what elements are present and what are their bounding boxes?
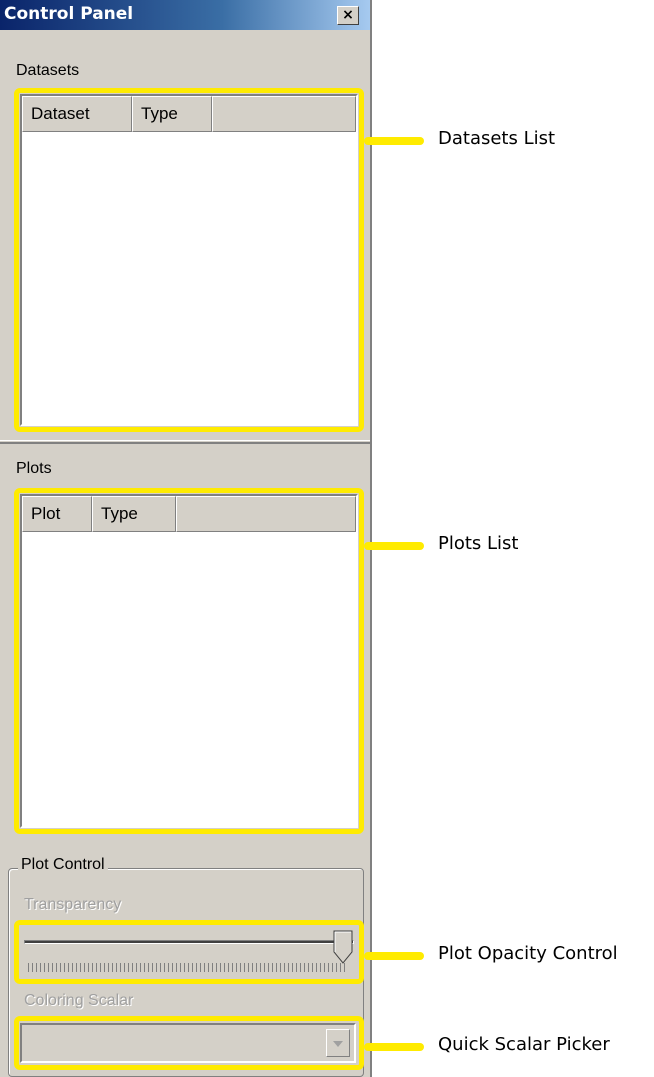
plots-column-type[interactable]: Type: [92, 496, 176, 532]
control-panel: Control Panel × Datasets Dataset Type Pl…: [0, 0, 372, 1077]
plots-list-header: Plot Type: [22, 496, 356, 532]
callout-datasets-list: Datasets List: [438, 128, 556, 149]
datasets-list[interactable]: Dataset Type: [20, 94, 358, 426]
plots-list[interactable]: Plot Type: [20, 494, 358, 828]
coloring-scalar-dropdown-button[interactable]: [326, 1029, 350, 1057]
chevron-down-icon: [333, 1041, 343, 1047]
plots-connector: [364, 542, 424, 550]
scalar-connector: [364, 1043, 424, 1051]
close-icon: ×: [342, 7, 354, 23]
transparency-label: Transparency: [24, 896, 122, 913]
datasets-column-empty[interactable]: [212, 96, 356, 132]
plots-label: Plots: [16, 460, 52, 477]
coloring-scalar-label: Coloring Scalar: [24, 992, 134, 1009]
coloring-scalar-select[interactable]: [20, 1023, 356, 1063]
slider-thumb-icon[interactable]: [333, 930, 353, 964]
datasets-list-header: Dataset Type: [22, 96, 356, 132]
close-button[interactable]: ×: [337, 6, 359, 25]
plot-control-label: Plot Control: [18, 856, 108, 874]
callout-plots-list: Plots List: [438, 533, 519, 554]
plots-column-plot[interactable]: Plot: [22, 496, 92, 532]
callout-scalar-picker: Quick Scalar Picker: [438, 1034, 610, 1055]
datasets-column-type[interactable]: Type: [132, 96, 212, 132]
callout-plot-opacity: Plot Opacity Control: [438, 943, 618, 964]
window-title: Control Panel: [4, 4, 134, 24]
datasets-label: Datasets: [16, 62, 80, 79]
slider-track[interactable]: [24, 940, 354, 944]
opacity-connector: [364, 952, 424, 960]
datasets-connector: [364, 137, 424, 145]
splitter[interactable]: [0, 440, 370, 444]
datasets-column-dataset[interactable]: Dataset: [22, 96, 132, 132]
title-bar: Control Panel ×: [0, 0, 370, 30]
slider-ticks: [28, 963, 346, 972]
plots-column-empty[interactable]: [176, 496, 356, 532]
opacity-highlight: [14, 920, 364, 984]
